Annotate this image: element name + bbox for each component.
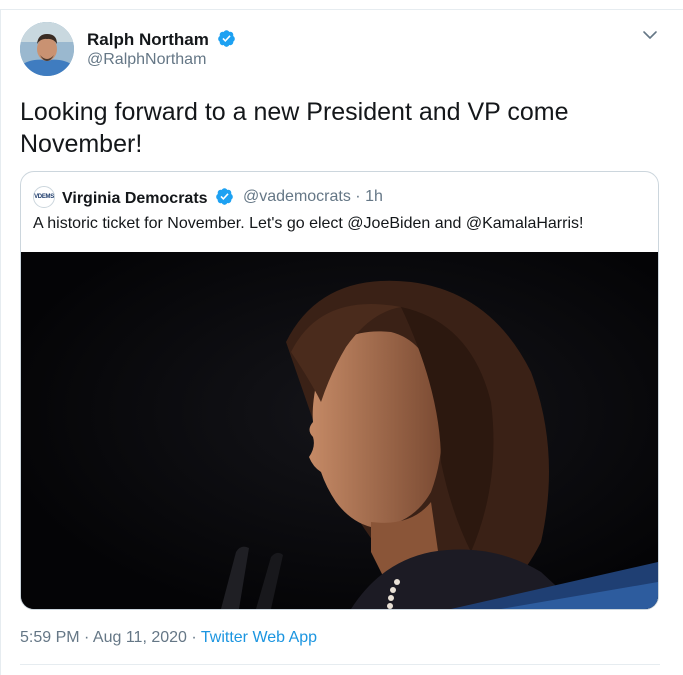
quote-media-photo[interactable] [21, 252, 658, 609]
verified-badge-icon [217, 30, 235, 47]
portrait-photo-image [21, 252, 658, 609]
tweet-timestamp[interactable]: 5:59 PM · Aug 11, 2020 [20, 629, 187, 646]
quote-author-name-text: Virginia Democrats [62, 190, 208, 207]
tweet-source-link[interactable]: Twitter Web App [201, 629, 317, 646]
author-name[interactable]: Ralph Northam [87, 29, 236, 50]
verified-badge-icon [216, 188, 233, 205]
quoted-tweet-card[interactable]: VDEMS Virginia Democrats @vademocrats · … [20, 171, 659, 610]
quote-text: A historic ticket for November. Let's go… [33, 215, 584, 232]
chevron-down-icon [643, 31, 657, 39]
tweet-text: Looking forward to a new President and V… [20, 98, 569, 158]
author-name-text: Ralph Northam [87, 30, 209, 49]
tweet-footer: 5:59 PM · Aug 11, 2020 · Twitter Web App [20, 629, 317, 647]
footer-separator: · [186, 629, 201, 646]
author-avatar[interactable] [20, 22, 74, 76]
quote-author-handle: @vademocrats [243, 188, 351, 205]
footer-divider [20, 664, 660, 665]
tweet-top-border [0, 9, 683, 10]
avatar-image [20, 22, 74, 76]
quote-author-name: Virginia Democrats [62, 187, 234, 208]
tweet-left-border [0, 9, 1, 675]
quote-meta: @vademocrats · 1h [243, 188, 383, 206]
author-handle[interactable]: @RalphNortham [87, 51, 206, 69]
quote-author-avatar: VDEMS [33, 186, 55, 208]
quote-time: · 1h [355, 188, 383, 205]
tweet-menu-button[interactable] [640, 26, 660, 44]
